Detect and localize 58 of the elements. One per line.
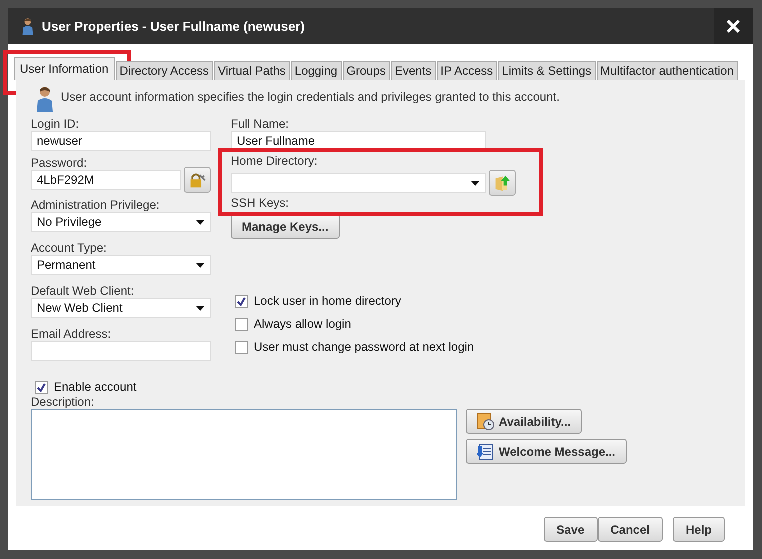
caret-icon — [471, 180, 480, 186]
checkbox[interactable] — [235, 318, 248, 330]
checkbox[interactable] — [235, 340, 248, 354]
window-title: User Properties - User Fullname (newuser) — [42, 18, 306, 34]
document-icon — [477, 443, 494, 460]
close-button[interactable] — [714, 8, 753, 44]
description-field[interactable] — [31, 409, 457, 500]
field-label: Administration Privilege: — [31, 198, 161, 212]
checkbox-label: User must change password at next login — [254, 340, 474, 354]
dialog-button[interactable]: Help — [672, 517, 725, 542]
dialog-button[interactable]: Save — [544, 517, 598, 542]
field-label: Password: — [31, 156, 88, 170]
dropdown[interactable]: Permanent — [31, 255, 211, 275]
dropdown[interactable]: No Privilege — [31, 212, 211, 232]
tab[interactable]: Multifactor authentication — [596, 61, 738, 80]
intro-text: User account information specifies the login credentials and privileges granted to this account. — [61, 89, 560, 104]
input-field[interactable] — [31, 341, 211, 361]
checkbox-label: Lock user in home directory — [254, 294, 402, 308]
tab[interactable]: IP Access — [436, 61, 498, 80]
browse-folder-button[interactable] — [489, 170, 516, 196]
caret-icon — [196, 306, 205, 310]
field-label: Description: — [31, 395, 94, 409]
welcome-message-button[interactable]: Welcome Message... — [466, 439, 626, 464]
checkbox[interactable] — [235, 294, 248, 308]
tab[interactable]: Groups — [342, 61, 390, 80]
user-icon — [37, 86, 53, 112]
tab[interactable]: Directory Access — [116, 61, 214, 80]
field-label: SSH Keys: — [231, 196, 290, 210]
availability-button[interactable]: Availability... — [466, 409, 582, 434]
input-field[interactable]: newuser — [31, 131, 211, 151]
tab[interactable]: Events — [390, 61, 436, 80]
clock-icon — [477, 413, 494, 430]
checkbox[interactable] — [35, 380, 48, 394]
lock-icon — [189, 172, 206, 188]
field-label: Login ID: — [31, 117, 80, 131]
manage-keys-button[interactable]: Manage Keys... — [231, 214, 340, 239]
generate-password-button[interactable] — [184, 167, 211, 193]
dropdown[interactable]: New Web Client — [31, 298, 211, 318]
checkbox-label: Enable account — [54, 380, 137, 394]
checkbox-label: Always allow login — [254, 317, 352, 331]
field-label: Default Web Client: — [31, 284, 136, 298]
tab[interactable]: User Information — [14, 57, 115, 80]
input-field[interactable]: 4LbF292M — [31, 170, 181, 190]
tab[interactable]: Limits & Settings — [498, 61, 596, 80]
caret-icon — [196, 220, 205, 224]
check-icon — [237, 296, 246, 306]
user-icon — [22, 18, 34, 34]
check-icon — [37, 382, 46, 392]
field-label: Full Name: — [231, 117, 290, 131]
folder-icon — [494, 174, 511, 192]
close-icon — [727, 20, 740, 32]
field-label: Home Directory: — [231, 154, 318, 168]
field-label: Account Type: — [31, 241, 108, 255]
dialog-button[interactable]: Cancel — [598, 517, 663, 542]
caret-icon — [196, 262, 205, 268]
tab[interactable]: Virtual Paths — [214, 61, 290, 80]
field-label: Email Address: — [31, 327, 112, 341]
tab[interactable]: Logging — [290, 61, 342, 80]
